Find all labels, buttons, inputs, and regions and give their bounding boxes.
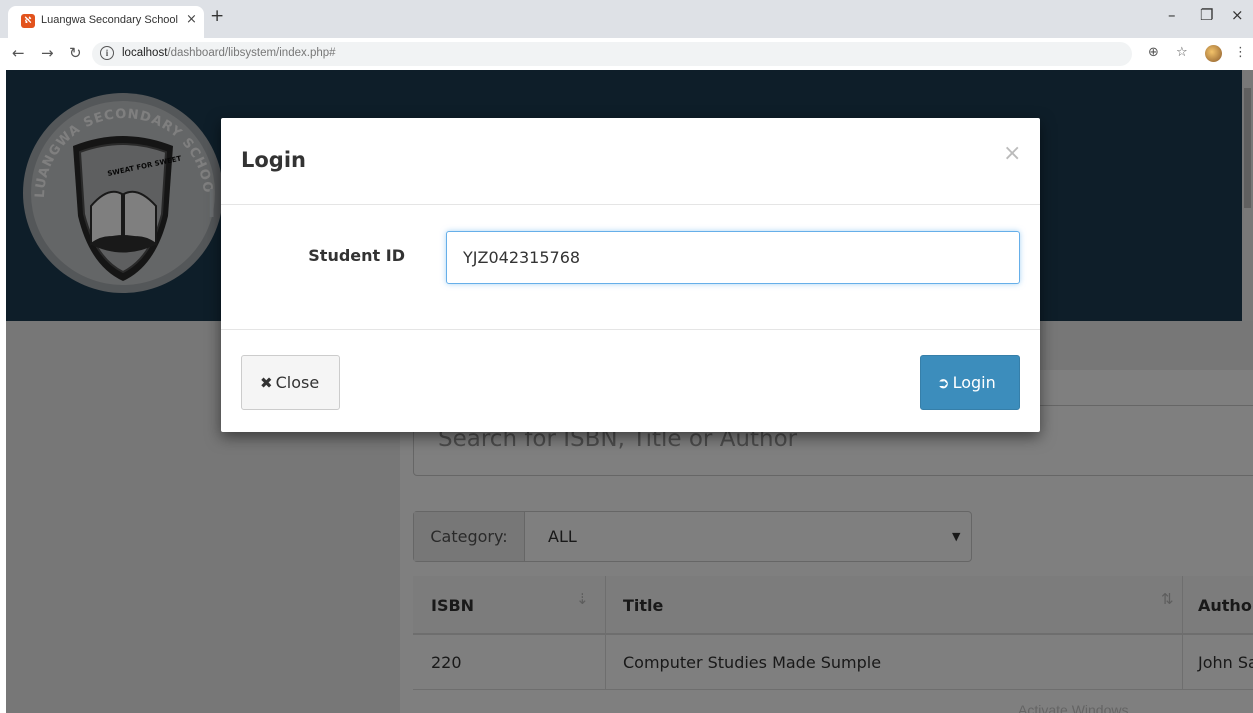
close-x-icon: ✖: [260, 374, 273, 392]
tab-title: Luangwa Secondary School Onlin: [41, 14, 181, 26]
browser-tab[interactable]: ℵ Luangwa Secondary School Onlin ×: [8, 6, 204, 38]
address-bar[interactable]: i localhost/dashboard/libsystem/index.ph…: [92, 42, 1132, 66]
profile-avatar[interactable]: [1205, 45, 1222, 62]
modal-title: Login: [241, 148, 306, 172]
forward-arrow-icon[interactable]: →: [41, 45, 54, 61]
bookmark-star-icon[interactable]: ☆: [1176, 46, 1188, 60]
login-button[interactable]: ➲ Login: [920, 355, 1020, 410]
url-host: localhost: [122, 47, 168, 59]
close-button[interactable]: ✖ Close: [241, 355, 340, 410]
sign-in-icon: ➲: [937, 374, 950, 392]
zoom-icon[interactable]: ⊕: [1148, 46, 1159, 60]
xampp-favicon-icon: ℵ: [21, 14, 35, 28]
modal-body: Student ID: [221, 206, 1040, 330]
new-tab-button[interactable]: +: [210, 8, 224, 25]
login-modal: Login × Student ID ✖Close ➲Login: [221, 118, 1040, 432]
minimize-button[interactable]: –: [1168, 6, 1176, 24]
tab-close-icon[interactable]: ×: [186, 12, 197, 27]
restore-button[interactable]: ❐: [1200, 6, 1213, 24]
window-close-button[interactable]: ×: [1231, 6, 1244, 24]
login-button-label: Login: [952, 373, 996, 392]
site-info-icon[interactable]: i: [100, 46, 114, 60]
url-path: /dashboard/libsystem/index.php#: [167, 47, 336, 59]
modal-header: Login ×: [221, 118, 1040, 205]
modal-footer: ✖ Close ➲ Login: [221, 331, 1040, 432]
menu-kebab-icon[interactable]: ⋮: [1234, 46, 1247, 60]
reload-icon[interactable]: ↻: [69, 45, 82, 61]
student-id-input[interactable]: [446, 231, 1020, 284]
browser-tab-strip: ℵ Luangwa Secondary School Onlin × + – ❐…: [0, 0, 1253, 38]
student-id-label: Student ID: [308, 246, 405, 265]
back-arrow-icon[interactable]: ←: [12, 45, 25, 61]
url-text: localhost/dashboard/libsystem/index.php#: [122, 47, 336, 59]
browser-toolbar: ← → ↻ i localhost/dashboard/libsystem/in…: [0, 38, 1253, 70]
modal-close-icon[interactable]: ×: [1003, 142, 1021, 166]
close-button-label: Close: [275, 373, 320, 392]
